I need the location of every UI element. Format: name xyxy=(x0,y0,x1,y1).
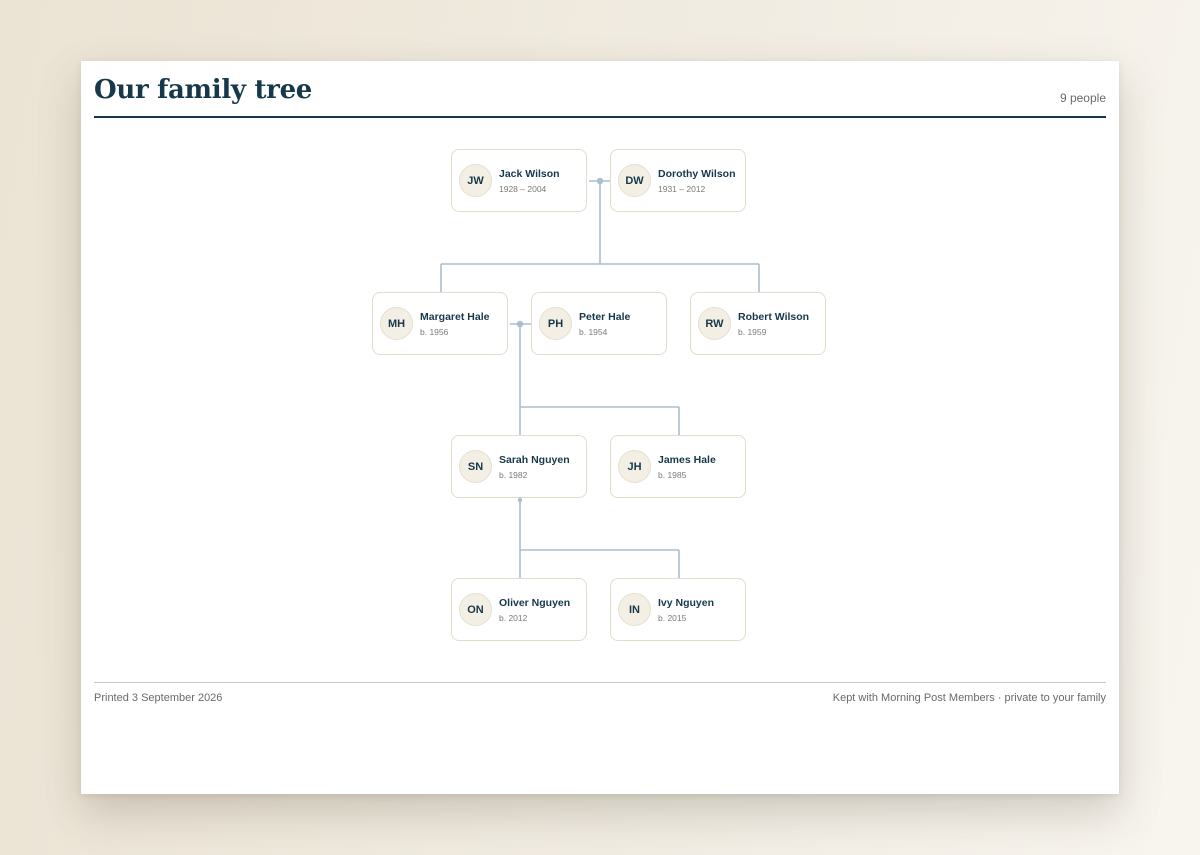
couple-dot-mh-ph xyxy=(516,320,524,328)
person-dates: 1928 – 2004 xyxy=(499,184,547,194)
person-name: Robert Wilson xyxy=(738,311,810,323)
person-dates: b. 1959 xyxy=(738,327,767,337)
person-name: Margaret Hale xyxy=(420,311,490,323)
person-name: Dorothy Wilson xyxy=(658,168,736,180)
person-card-margaret-hale[interactable]: MH Margaret Hale b. 1956 xyxy=(372,292,508,355)
person-dates: b. 1982 xyxy=(499,470,528,480)
person-dates: b. 2015 xyxy=(658,613,687,623)
couple-dot-jw-dw xyxy=(596,177,604,185)
avatar-dw: DW xyxy=(618,164,651,197)
printed-date: Printed 3 September 2026 xyxy=(94,692,223,704)
person-dates: 1931 – 2012 xyxy=(658,184,706,194)
person-name: Jack Wilson xyxy=(499,168,560,180)
person-name: Ivy Nguyen xyxy=(658,597,715,609)
avatar-on: ON xyxy=(459,593,492,626)
avatar-jw: JW xyxy=(459,164,492,197)
person-name: James Hale xyxy=(658,454,716,466)
person-card-sarah-nguyen[interactable]: SN Sarah Nguyen b. 1982 xyxy=(451,435,587,498)
privacy-note: Kept with Morning Post Members · private… xyxy=(832,692,1106,704)
family-tree-sheet: Our family tree 9 people JW Jack Wilson … xyxy=(81,61,1119,794)
person-dates: b. 1985 xyxy=(658,470,687,480)
avatar-sn: SN xyxy=(459,450,492,483)
avatar-ph: PH xyxy=(539,307,572,340)
avatar-in: IN xyxy=(618,593,651,626)
person-card-james-hale[interactable]: JH James Hale b. 1985 xyxy=(610,435,746,498)
avatar-jh: JH xyxy=(618,450,651,483)
person-card-robert-wilson[interactable]: RW Robert Wilson b. 1959 xyxy=(690,292,826,355)
parent-dot-sn xyxy=(517,497,523,503)
person-card-jack-wilson[interactable]: JW Jack Wilson 1928 – 2004 xyxy=(451,149,587,212)
person-dates: b. 1956 xyxy=(420,327,449,337)
person-card-oliver-nguyen[interactable]: ON Oliver Nguyen b. 2012 xyxy=(451,578,587,641)
person-card-peter-hale[interactable]: PH Peter Hale b. 1954 xyxy=(531,292,667,355)
person-name: Sarah Nguyen xyxy=(499,454,570,466)
avatar-rw: RW xyxy=(698,307,731,340)
avatar-mh: MH xyxy=(380,307,413,340)
person-dates: b. 1954 xyxy=(579,327,608,337)
person-dates: b. 2012 xyxy=(499,613,528,623)
person-card-ivy-nguyen[interactable]: IN Ivy Nguyen b. 2015 xyxy=(610,578,746,641)
person-card-dorothy-wilson[interactable]: DW Dorothy Wilson 1931 – 2012 xyxy=(610,149,746,212)
person-name: Oliver Nguyen xyxy=(499,597,571,609)
person-name: Peter Hale xyxy=(579,311,631,323)
footer-divider xyxy=(94,682,1106,683)
tree-connectors xyxy=(440,177,760,578)
